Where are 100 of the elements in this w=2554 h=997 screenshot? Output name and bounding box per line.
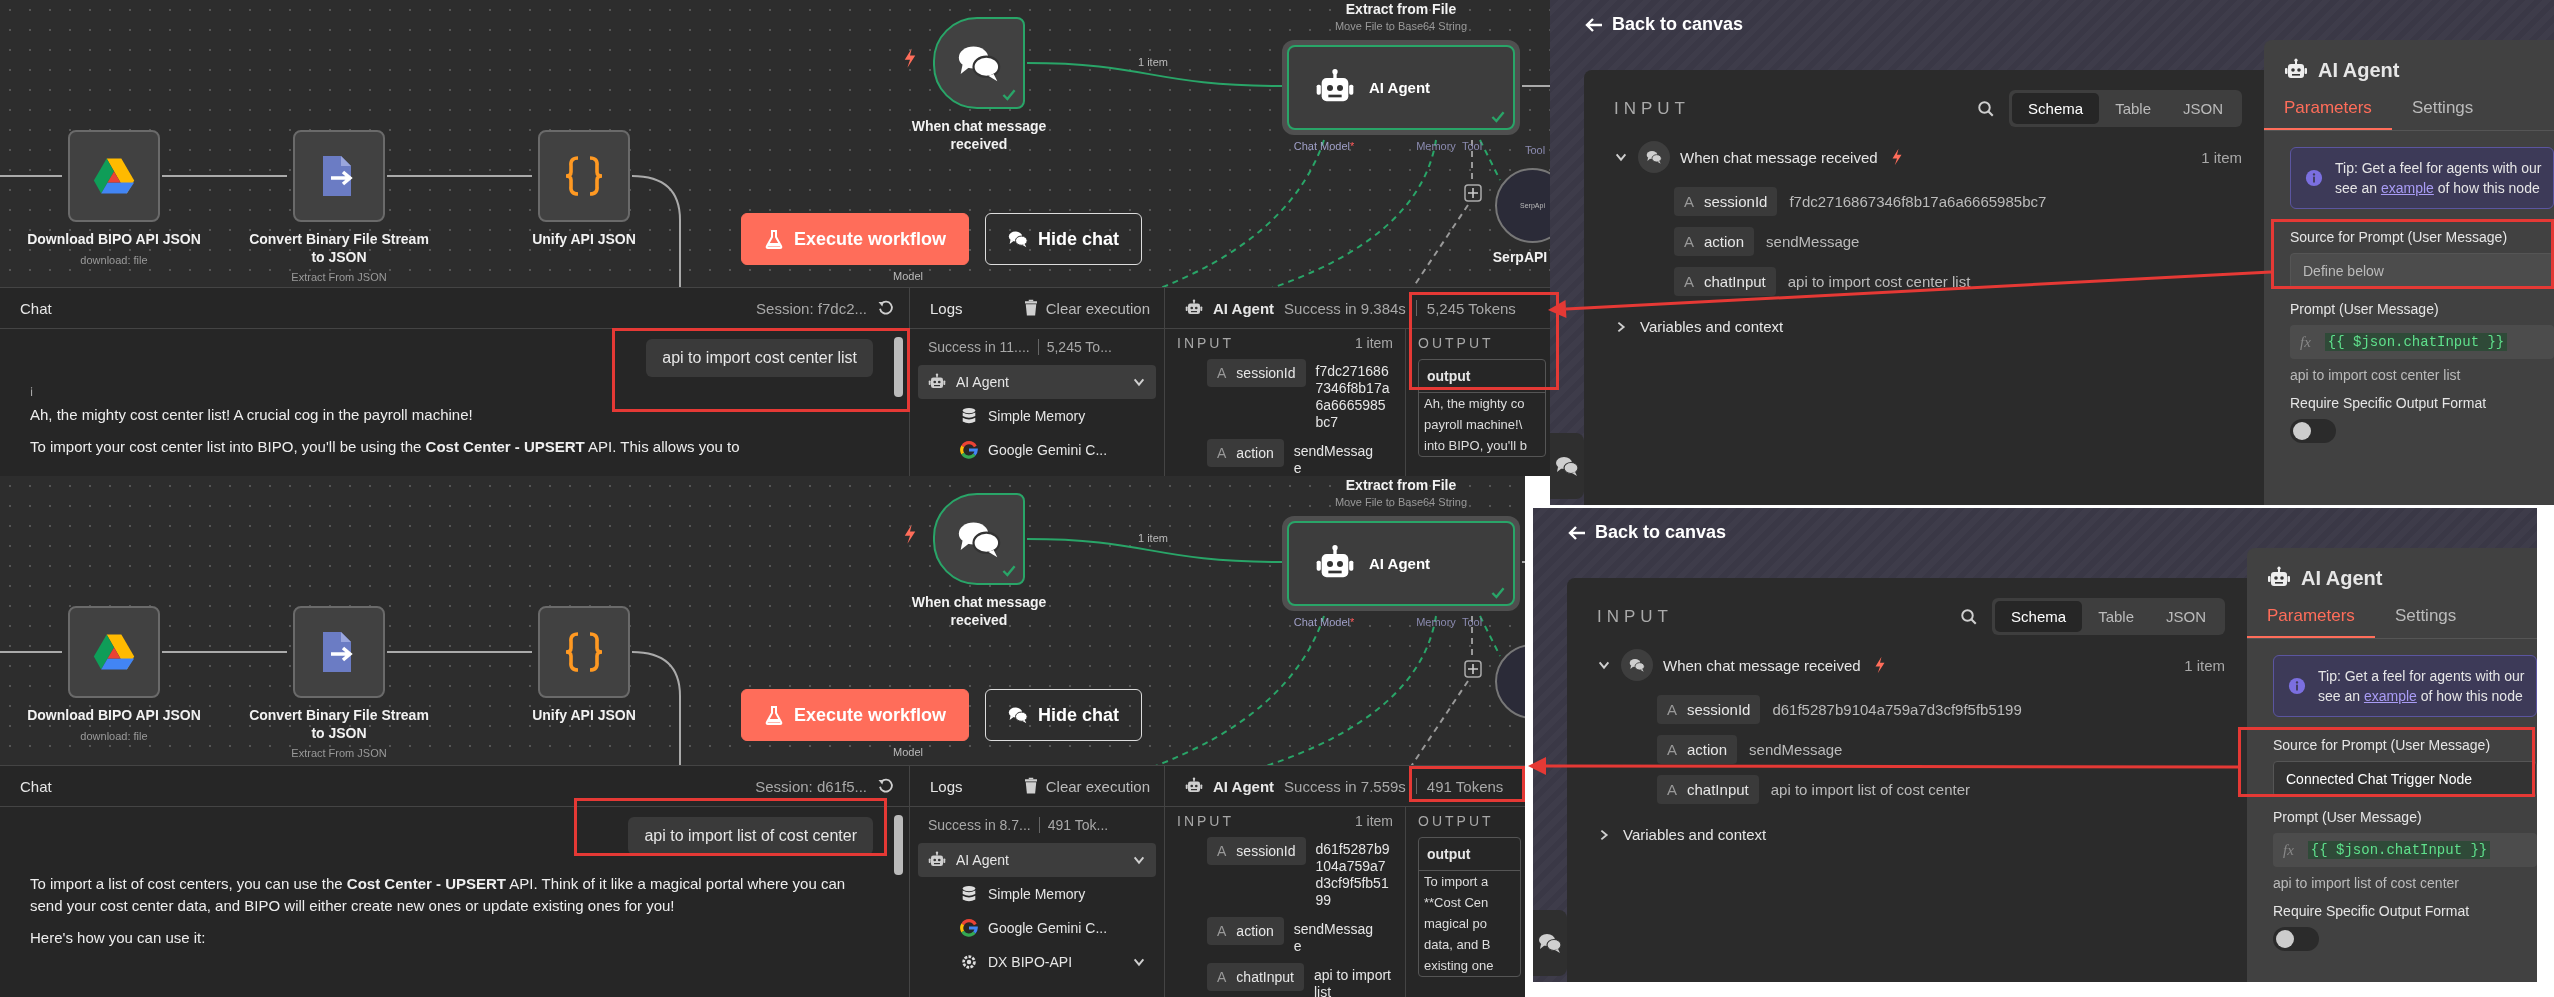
token-count: 491 Tok...: [1047, 817, 1109, 833]
plus-icon[interactable]: [1464, 184, 1482, 202]
tab[interactable]: Settings: [2391, 92, 2494, 130]
search-icon[interactable]: [1977, 99, 1996, 118]
workflow-node[interactable]: [68, 606, 160, 698]
field-name[interactable]: A sessionId: [1657, 695, 1761, 724]
item-count: 1 item: [1354, 813, 1393, 829]
port-label: Chat Model*: [1293, 140, 1355, 152]
info-mark: ℹ: [30, 384, 34, 400]
toggle-switch[interactable]: [2290, 419, 2336, 443]
user-message: api to import list of cost center: [628, 817, 873, 855]
view-tab[interactable]: JSON: [2150, 601, 2222, 632]
field-value: api to import cost center list: [1787, 273, 1971, 290]
output-text: **Cost Cen: [1423, 894, 1490, 912]
field-value: d61f5287b9104a759a7d3cf9f5fb5199: [1772, 701, 2022, 718]
workflow-node[interactable]: [293, 606, 385, 698]
field-name[interactable]: A chatInput: [1657, 775, 1759, 804]
chat-icon: [1555, 454, 1579, 478]
log-item[interactable]: DX BIPO-API: [950, 945, 1156, 979]
field-name[interactable]: A action: [1657, 735, 1738, 764]
expression-field[interactable]: fx {{ $json.chatInput }}: [2273, 833, 2537, 867]
log-item[interactable]: AI Agent: [918, 843, 1156, 877]
scrollbar[interactable]: [894, 815, 903, 875]
refresh-icon[interactable]: [877, 299, 895, 317]
view-tab[interactable]: Schema: [1995, 601, 2083, 632]
example-link[interactable]: example: [2380, 180, 2434, 196]
node-subtitle: Move File to Base64 String: [1334, 20, 1468, 32]
hide-chat-button[interactable]: Hide chat: [985, 213, 1143, 265]
port-label: Memory: [1416, 616, 1456, 628]
back-link[interactable]: Back to canvas: [1567, 522, 1727, 543]
field-label: Require Specific Output Format: [2290, 395, 2488, 411]
field-name[interactable]: A action: [1674, 227, 1755, 256]
reply-text: To import a list of cost centers, you can use the Cost Center - UPSERT API. Think of it like a magical portal where you can send your cost center data, and BIPO will either create new ones or update existing ones for you!: [30, 874, 847, 916]
node-subtitle: Extract From JSON: [291, 271, 387, 283]
connection-line: [0, 175, 63, 177]
scrollbar[interactable]: [894, 337, 903, 397]
workflow-node[interactable]: [293, 130, 385, 222]
agent-node[interactable]: AI Agent: [1287, 45, 1515, 130]
node-title: Extract from File: [1345, 476, 1457, 494]
field-label: Source for Prompt (User Message): [2273, 737, 2492, 753]
agent-node[interactable]: AI Agent: [1287, 521, 1515, 606]
log-item[interactable]: AI Agent: [918, 365, 1156, 399]
expression-field[interactable]: fx {{ $json.chatInput }}: [2290, 325, 2554, 359]
output-text: magical po: [1423, 915, 1488, 933]
view-tab[interactable]: Table: [2099, 93, 2167, 124]
clear-execution-button[interactable]: Clear execution: [1021, 777, 1150, 795]
node-subtitle: Extract From JSON: [291, 747, 387, 759]
view-tab[interactable]: Schema: [2012, 93, 2100, 124]
workflow-node[interactable]: [68, 130, 160, 222]
gear-icon: [960, 953, 978, 971]
session-id: Session: f7dc2...: [756, 299, 867, 317]
output-text: Ah, the mighty co: [1423, 395, 1526, 413]
view-tab[interactable]: JSON: [2167, 93, 2239, 124]
field-name[interactable]: A chatInput: [1674, 267, 1776, 296]
workflow-node[interactable]: [933, 17, 1025, 109]
log-item[interactable]: Simple Memory: [950, 399, 1156, 433]
section-label[interactable]: Variables and context: [1623, 826, 1767, 843]
tab[interactable]: Settings: [2374, 600, 2477, 638]
select-field[interactable]: Connected Chat Trigger Node: [2273, 761, 2537, 797]
section-title: INPUT: [1614, 98, 1691, 119]
workflow-node[interactable]: [933, 493, 1025, 585]
reply-text: Here's how you can use it:: [30, 928, 207, 948]
example-link[interactable]: example: [2363, 688, 2417, 704]
refresh-icon[interactable]: [877, 777, 895, 795]
field-name[interactable]: A sessionId: [1674, 187, 1778, 216]
section-label[interactable]: Variables and context: [1640, 318, 1784, 335]
node-label: When chat message received: [910, 117, 1048, 153]
tab[interactable]: Parameters: [2247, 600, 2375, 638]
chat-button[interactable]: [1533, 910, 1567, 976]
section-title: INPUT: [1597, 606, 1674, 627]
select-field[interactable]: Define below: [2290, 253, 2554, 289]
field-name: A chatInput: [1207, 963, 1304, 991]
token-count: 491 Tokens: [1426, 777, 1504, 795]
view-tab[interactable]: Table: [2082, 601, 2150, 632]
plus-icon[interactable]: [1464, 660, 1482, 678]
clear-execution-button[interactable]: Clear execution: [1021, 299, 1150, 317]
toggle-switch[interactable]: [2273, 927, 2319, 951]
log-item[interactable]: Google Gemini C...: [950, 433, 1156, 467]
source-node[interactable]: When chat message received: [1680, 148, 1878, 166]
hide-chat-button[interactable]: Hide chat: [985, 689, 1143, 741]
log-item[interactable]: Google Gemini C...: [950, 911, 1156, 945]
tab[interactable]: Parameters: [2264, 92, 2392, 130]
log-item[interactable]: Simple Memory: [950, 877, 1156, 911]
panel-title: Logs: [930, 777, 963, 795]
output-text: To import a: [1423, 873, 1490, 891]
search-icon[interactable]: [1960, 607, 1979, 626]
node-subtitle: download: file: [80, 730, 148, 742]
section-title: INPUT: [1177, 335, 1234, 351]
workflow-node[interactable]: [538, 606, 630, 698]
port-label: Tool: [1461, 616, 1483, 628]
section-title: INPUT: [1177, 813, 1234, 829]
flask-icon: [764, 705, 784, 725]
port-label: Memory: [1416, 140, 1456, 152]
source-node[interactable]: When chat message received: [1663, 656, 1861, 674]
flask-icon: [764, 229, 784, 249]
chat-button[interactable]: [1550, 433, 1584, 499]
output-key: output: [1419, 360, 1545, 393]
workflow-node[interactable]: [538, 130, 630, 222]
node-name: AI Agent: [1213, 777, 1275, 795]
back-link[interactable]: Back to canvas: [1584, 14, 1744, 35]
